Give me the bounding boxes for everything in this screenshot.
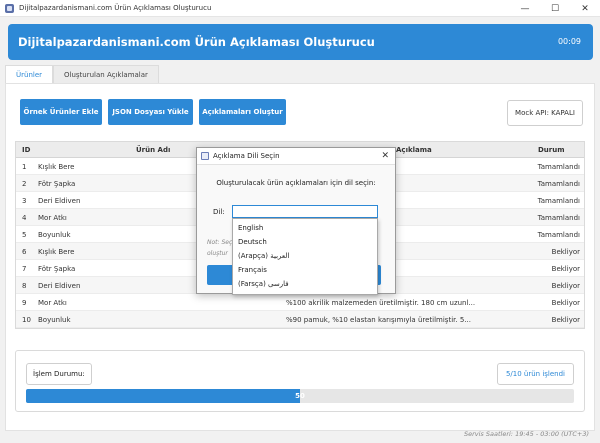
dialog-titlebar: Açıklama Dili Seçin ✕ <box>197 148 395 165</box>
dialog-note: Not: Seç oluştur <box>207 237 233 259</box>
minimize-icon[interactable]: — <box>510 0 540 17</box>
timer: 00:09 <box>557 37 581 46</box>
app-icon <box>5 3 14 13</box>
language-option-persian[interactable]: (Farsça) فارسی <box>238 277 289 291</box>
tab-bar: Ürünler Oluşturulan Açıklamalar <box>5 65 159 84</box>
description-cell: %100 akrilik malzemeden üretilmiştir. 18… <box>286 298 476 307</box>
page-title: Dijitalpazardanismani.com Ürün Açıklamas… <box>18 35 375 49</box>
tab-generated-descriptions[interactable]: Oluşturulan Açıklamalar <box>53 65 159 84</box>
tab-products[interactable]: Ürünler <box>5 65 54 84</box>
window-titlebar: Dijitalpazardanismani.com Ürün Açıklamas… <box>0 0 600 17</box>
product-name-cell: Mor Atkı <box>38 213 67 222</box>
language-option-arabic[interactable]: (Arapça) العربية <box>238 249 289 263</box>
product-name-cell: Fötr Şapka <box>38 179 76 188</box>
language-dropdown-list[interactable]: English Deutsch (Arapça) العربية Françai… <box>232 218 378 295</box>
status-label: İşlem Durumu: <box>26 363 92 385</box>
window-controls: — ☐ ✕ <box>510 0 600 17</box>
product-name-cell: Mor Atkı <box>38 298 67 307</box>
row-id-cell: 4 <box>22 213 27 222</box>
description-cell: %90 pamuk, %10 elastan karışımıyla üreti… <box>286 315 471 324</box>
maximize-icon[interactable]: ☐ <box>540 0 570 17</box>
row-id-cell: 7 <box>22 264 27 273</box>
progress-text: 50 <box>295 392 305 400</box>
row-id-cell: 1 <box>22 162 27 171</box>
status-cell: Bekliyor <box>551 315 580 324</box>
table-row[interactable]: 10 Boyunluk %90 pamuk, %10 elastan karışım… <box>16 311 584 328</box>
dialog-prompt: Oluşturulacak ürün açıklamaları için dil… <box>216 179 376 187</box>
status-cell: Bekliyor <box>551 298 580 307</box>
dialog-note-line: Not: Seç <box>207 239 233 246</box>
row-id-cell: 5 <box>22 230 27 239</box>
status-cell: Bekliyor <box>551 247 580 256</box>
progress-bar: 50 <box>26 389 574 403</box>
row-id-cell: 10 <box>22 315 31 324</box>
row-id-cell: 8 <box>22 281 27 290</box>
status-cell: Bekliyor <box>551 281 580 290</box>
load-json-button[interactable]: JSON Dosyası Yükle <box>108 99 193 125</box>
status-cell: Tamamlandı <box>537 179 580 188</box>
row-id-cell: 2 <box>22 179 27 188</box>
dialog-app-icon <box>201 152 209 160</box>
add-sample-products-button[interactable]: Örnek Ürünler Ekle <box>20 99 102 125</box>
close-icon[interactable]: ✕ <box>570 0 600 17</box>
product-name-cell: Kışlık Bere <box>38 162 75 171</box>
row-id-cell: 6 <box>22 247 27 256</box>
service-hours: Servis Saatleri: 19:45 - 03:00 (UTC+3) <box>463 430 589 438</box>
product-name-cell: Kışlık Bere <box>38 247 75 256</box>
product-name-cell: Deri Eldiven <box>38 281 81 290</box>
window-title: Dijitalpazardanismani.com Ürün Açıklamas… <box>19 4 212 12</box>
status-cell: Tamamlandı <box>537 213 580 222</box>
status-cell: Tamamlandı <box>537 162 580 171</box>
status-panel: İşlem Durumu: 5/10 ürün işlendi 50 <box>15 350 585 412</box>
column-header-id[interactable]: ID <box>22 142 30 158</box>
product-name-cell: Deri Eldiven <box>38 196 81 205</box>
processed-count: 5/10 ürün işlendi <box>496 363 574 385</box>
language-label: Dil: <box>213 208 225 216</box>
status-cell: Bekliyor <box>551 264 580 273</box>
row-id-cell: 3 <box>22 196 27 205</box>
dialog-close-icon[interactable]: ✕ <box>381 151 389 161</box>
column-header-description[interactable]: Açıklama <box>396 142 432 158</box>
product-name-cell: Fötr Şapka <box>38 264 76 273</box>
language-option-german[interactable]: Deutsch <box>238 235 267 249</box>
dialog-title: Açıklama Dili Seçin <box>213 152 280 160</box>
column-header-name[interactable]: Ürün Adı <box>136 142 170 158</box>
generate-descriptions-button[interactable]: Açıklamaları Oluştur <box>199 99 286 125</box>
header-banner: Dijitalpazardanismani.com Ürün Açıklamas… <box>8 24 593 60</box>
status-cell: Tamamlandı <box>537 196 580 205</box>
mock-api-toggle[interactable]: Mock API: KAPALI <box>507 100 583 126</box>
column-header-status[interactable]: Durum <box>538 142 565 158</box>
dialog-note-line: oluştur <box>207 250 228 257</box>
language-combobox[interactable] <box>232 205 378 218</box>
language-option-french[interactable]: Français <box>238 263 267 277</box>
product-name-cell: Boyunluk <box>38 315 71 324</box>
language-option-english[interactable]: English <box>238 221 263 235</box>
table-row[interactable]: 9 Mor Atkı %100 akrilik malzemeden üretilm… <box>16 294 584 311</box>
row-id-cell: 9 <box>22 298 27 307</box>
status-cell: Tamamlandı <box>537 230 580 239</box>
product-name-cell: Boyunluk <box>38 230 71 239</box>
